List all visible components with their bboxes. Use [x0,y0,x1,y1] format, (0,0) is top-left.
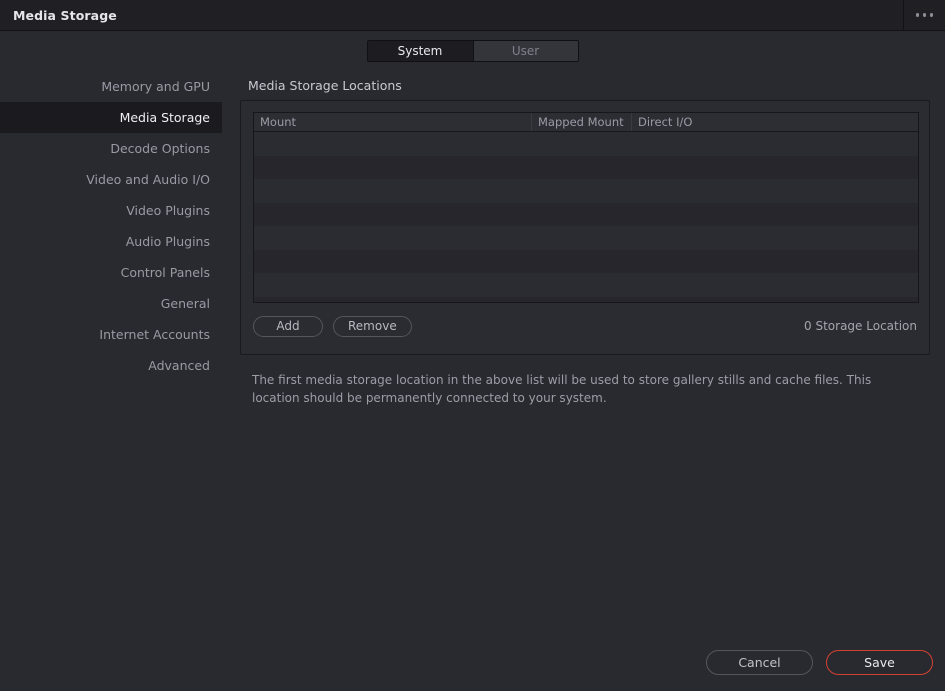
media-storage-table[interactable]: Mount Mapped Mount Direct I/O [253,112,919,303]
sidebar-item-video-and-audio-io[interactable]: Video and Audio I/O [0,164,222,195]
column-header-mount[interactable]: Mount [254,113,532,131]
table-row[interactable] [254,249,918,273]
table-body[interactable] [254,132,918,302]
save-button[interactable]: Save [826,649,933,675]
sidebar-item-control-panels[interactable]: Control Panels [0,257,222,288]
storage-location-count: 0 Storage Location [804,319,917,333]
main-content: Media Storage Locations Mount Mapped Mou… [240,71,945,691]
tab-group: System User [366,40,579,62]
table-row[interactable] [254,202,918,226]
panel-footer: Add Remove 0 Storage Location [253,311,917,341]
sidebar-item-memory-and-gpu[interactable]: Memory and GPU [0,71,222,102]
table-row[interactable] [254,273,918,297]
sidebar-item-internet-accounts[interactable]: Internet Accounts [0,319,222,350]
dialog-action-bar: Cancel Save [0,633,945,691]
section-title: Media Storage Locations [248,78,402,93]
ellipsis-dot [922,13,927,17]
table-row[interactable] [254,226,918,250]
table-row[interactable] [254,296,918,302]
media-storage-panel: Mount Mapped Mount Direct I/O Add Remove… [240,100,930,355]
column-header-mapped-mount[interactable]: Mapped Mount [532,113,632,131]
add-button[interactable]: Add [253,315,323,337]
remove-button[interactable]: Remove [333,315,412,337]
table-row[interactable] [254,132,918,156]
preferences-tabbar: System User [0,31,945,71]
media-storage-description: The first media storage location in the … [252,373,872,405]
sidebar-item-audio-plugins[interactable]: Audio Plugins [0,226,222,257]
tab-system[interactable]: System [367,41,473,61]
table-row[interactable] [254,179,918,203]
sidebar-item-video-plugins[interactable]: Video Plugins [0,195,222,226]
cancel-button[interactable]: Cancel [706,649,813,675]
column-header-direct-io[interactable]: Direct I/O [632,113,918,131]
ellipsis-dot [915,13,920,17]
preferences-sidebar: Memory and GPU Media Storage Decode Opti… [0,71,222,691]
ellipsis-icon[interactable] [903,0,945,31]
sidebar-item-advanced[interactable]: Advanced [0,350,222,381]
window-title: Media Storage [13,7,117,23]
ellipsis-dot [929,13,934,17]
window-titlebar: Media Storage [0,0,945,31]
table-row[interactable] [254,155,918,179]
sidebar-item-media-storage[interactable]: Media Storage [0,102,222,133]
sidebar-item-general[interactable]: General [0,288,222,319]
tab-user[interactable]: User [472,41,578,61]
table-header-row: Mount Mapped Mount Direct I/O [254,113,918,132]
sidebar-item-decode-options[interactable]: Decode Options [0,133,222,164]
